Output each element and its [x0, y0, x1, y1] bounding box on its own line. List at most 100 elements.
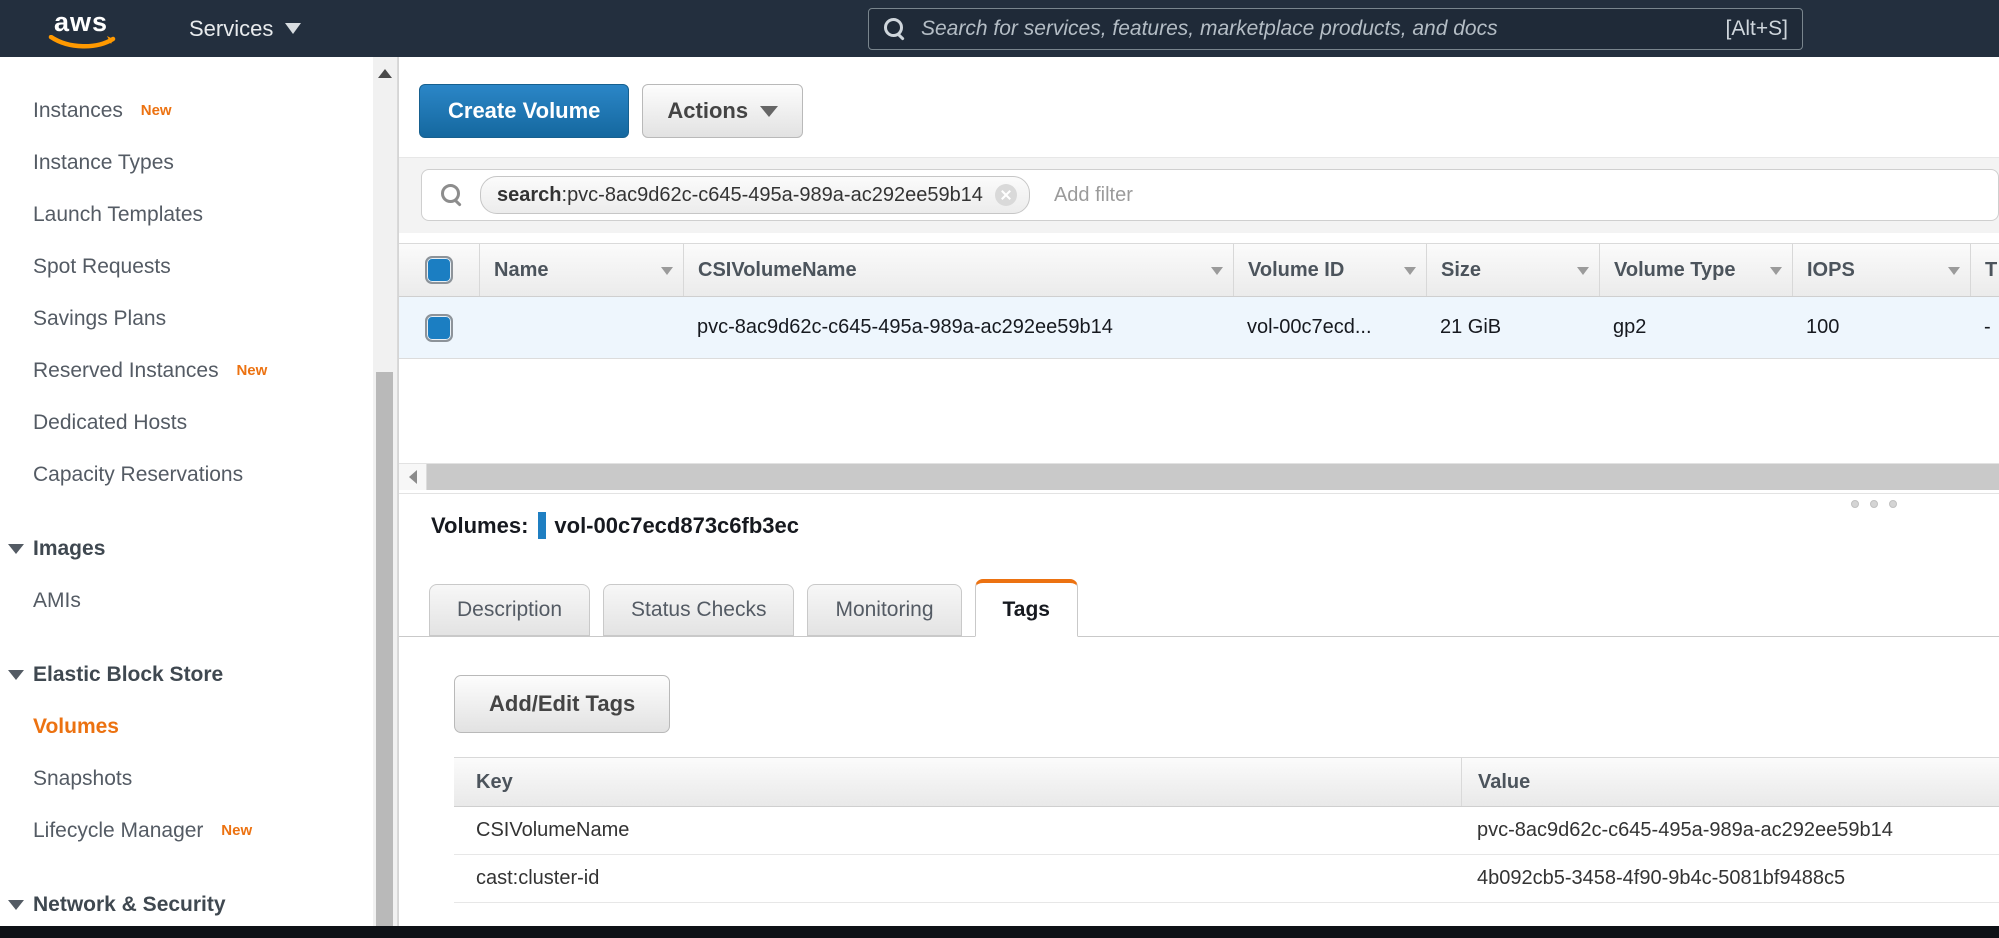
sidebar-section-elastic-block-store[interactable]: Elastic Block Store: [0, 649, 373, 701]
detail-heading-label: Volumes:: [431, 513, 528, 539]
detail-pane-heading: Volumes: vol-00c7ecd873c6fb3ec: [431, 512, 799, 539]
sidebar-item-capacity-reservations[interactable]: Capacity Reservations: [0, 449, 373, 501]
sidebar-item-lifecycle-manager[interactable]: Lifecycle Manager New: [0, 805, 373, 857]
sidebar-item-label: Launch Templates: [33, 203, 203, 226]
column-header-value: Value: [1461, 758, 1999, 806]
services-menu[interactable]: Services: [189, 16, 301, 42]
sidebar-item-savings-plans[interactable]: Savings Plans: [0, 293, 373, 345]
sidebar-item-amis[interactable]: AMIs: [0, 575, 373, 627]
add-edit-tags-button[interactable]: Add/Edit Tags: [454, 675, 670, 733]
sidebar-item-label: Reserved Instances: [33, 359, 219, 382]
tab-label: Monitoring: [835, 598, 933, 622]
column-label: CSIVolumeName: [698, 259, 857, 282]
add-edit-tags-label: Add/Edit Tags: [489, 691, 635, 717]
sidebar-item-spot-requests[interactable]: Spot Requests: [0, 241, 373, 293]
volumes-toolbar: Create Volume Actions: [419, 84, 803, 138]
tag-row: cast:cluster-id 4b092cb5-3458-4f90-9b4c-…: [454, 855, 1999, 903]
tag-row: CSIVolumeName pvc-8ac9d62c-c645-495a-989…: [454, 807, 1999, 855]
tags-table-header: Key Value: [454, 757, 1999, 807]
column-header-volume-type[interactable]: Volume Type: [1599, 244, 1792, 296]
tag-key: CSIVolumeName: [454, 807, 1461, 854]
volumes-table-header: Name CSIVolumeName Volume ID Size Volume…: [399, 243, 1999, 297]
sidebar-item-launch-templates[interactable]: Launch Templates: [0, 189, 373, 241]
column-header-name[interactable]: Name: [479, 244, 683, 296]
horizontal-scrollbar-thumb[interactable]: [427, 464, 1999, 490]
search-placeholder-text: Search for services, features, marketpla…: [921, 17, 1498, 41]
cell-size: 21 GiB: [1426, 297, 1599, 358]
select-all-checkbox[interactable]: [425, 256, 453, 284]
filter-key-label: search: [497, 184, 562, 207]
column-header-size[interactable]: Size: [1426, 244, 1599, 296]
tab-label: Tags: [1003, 598, 1050, 622]
sidebar-item-instance-types[interactable]: Instance Types: [0, 137, 373, 189]
sort-caret-icon[interactable]: [1577, 267, 1589, 275]
chevron-down-icon: [285, 23, 301, 34]
sidebar-item-label: Instance Types: [33, 151, 174, 174]
sort-caret-icon[interactable]: [661, 267, 673, 275]
sort-caret-icon[interactable]: [1211, 267, 1223, 275]
tab-monitoring[interactable]: Monitoring: [807, 584, 961, 636]
ec2-console-window: aws Services Search for services, featur…: [0, 0, 1999, 938]
sort-caret-icon[interactable]: [1404, 267, 1416, 275]
column-header-throughput-truncated[interactable]: T: [1970, 244, 1999, 296]
tag-key: cast:cluster-id: [454, 855, 1461, 902]
row-checkbox-cell: [399, 297, 479, 358]
tag-value: 4b092cb5-3458-4f90-9b4c-5081bf9488c5: [1461, 855, 1999, 902]
tag-value: pvc-8ac9d62c-c645-495a-989a-ac292ee59b14: [1461, 807, 1999, 854]
aws-smile-icon: [47, 35, 119, 51]
sidebar-item-label: Dedicated Hosts: [33, 411, 187, 434]
filter-search-input[interactable]: search : pvc-8ac9d62c-c645-495a-989a-ac2…: [421, 169, 1999, 221]
row-checkbox[interactable]: [425, 314, 453, 342]
cell-volume-type: gp2: [1599, 297, 1792, 358]
volumes-table: Name CSIVolumeName Volume ID Size Volume…: [399, 243, 1999, 359]
cell-csivolumename: pvc-8ac9d62c-c645-495a-989a-ac292ee59b14: [683, 297, 1233, 358]
actions-button[interactable]: Actions: [642, 84, 803, 138]
sidebar-item-reserved-instances[interactable]: Reserved Instances New: [0, 345, 373, 397]
tab-label: Description: [457, 598, 562, 622]
column-header-volume-id[interactable]: Volume ID: [1233, 244, 1426, 296]
tab-status-checks[interactable]: Status Checks: [603, 584, 794, 636]
aws-logo[interactable]: aws: [45, 7, 117, 51]
column-label: Size: [1441, 259, 1481, 282]
remove-filter-icon[interactable]: [995, 184, 1017, 206]
sidebar-section-network-security[interactable]: Network & Security: [0, 879, 373, 926]
sidebar-item-dedicated-hosts[interactable]: Dedicated Hosts: [0, 397, 373, 449]
tab-label: Status Checks: [631, 598, 766, 622]
sidebar-item-volumes[interactable]: Volumes: [0, 701, 373, 753]
create-volume-button[interactable]: Create Volume: [419, 84, 629, 138]
pane-divider: [399, 493, 1999, 494]
add-filter-button[interactable]: Add filter: [1054, 184, 1133, 207]
horizontal-scrollbar[interactable]: [399, 463, 1999, 490]
pane-resize-handle[interactable]: [1851, 500, 1897, 508]
sidebar-section-images[interactable]: Images: [0, 523, 373, 575]
column-header-csivolumename[interactable]: CSIVolumeName: [683, 244, 1233, 296]
sort-caret-icon[interactable]: [1948, 267, 1960, 275]
sidebar-item-snapshots[interactable]: Snapshots: [0, 753, 373, 805]
sidebar-item-instances[interactable]: Instances New: [0, 85, 373, 137]
tab-description[interactable]: Description: [429, 584, 590, 636]
chevron-down-icon: [760, 106, 778, 117]
column-label: T: [1985, 259, 1997, 282]
sidebar-scrollbar[interactable]: [373, 57, 398, 926]
tab-tags[interactable]: Tags: [975, 579, 1078, 637]
sidebar-scrollbar-thumb[interactable]: [376, 372, 393, 926]
global-search-input[interactable]: Search for services, features, marketpla…: [868, 8, 1803, 50]
bottom-window-bar: [0, 926, 1999, 938]
active-filter-tag[interactable]: search : pvc-8ac9d62c-c645-495a-989a-ac2…: [480, 176, 1030, 214]
sidebar-item-label: Savings Plans: [33, 307, 166, 330]
sidebar-item-label: Snapshots: [33, 767, 132, 790]
sidebar-section-label: Images: [33, 537, 105, 560]
scroll-left-button[interactable]: [399, 464, 427, 490]
scroll-up-arrow-icon[interactable]: [378, 69, 392, 78]
column-label: Volume ID: [1248, 259, 1344, 282]
sidebar-item-label: Spot Requests: [33, 255, 171, 278]
sort-caret-icon[interactable]: [1770, 267, 1782, 275]
search-icon: [883, 17, 907, 41]
sidebar-item-label: AMIs: [33, 589, 81, 612]
cell-throughput: -: [1970, 297, 1999, 358]
column-header-iops[interactable]: IOPS: [1792, 244, 1970, 296]
sidebar-item-label: Instances: [33, 99, 123, 122]
volume-table-row[interactable]: pvc-8ac9d62c-c645-495a-989a-ac292ee59b14…: [399, 297, 1999, 359]
cell-iops: 100: [1792, 297, 1970, 358]
tags-toolbar: Add/Edit Tags: [454, 675, 670, 733]
